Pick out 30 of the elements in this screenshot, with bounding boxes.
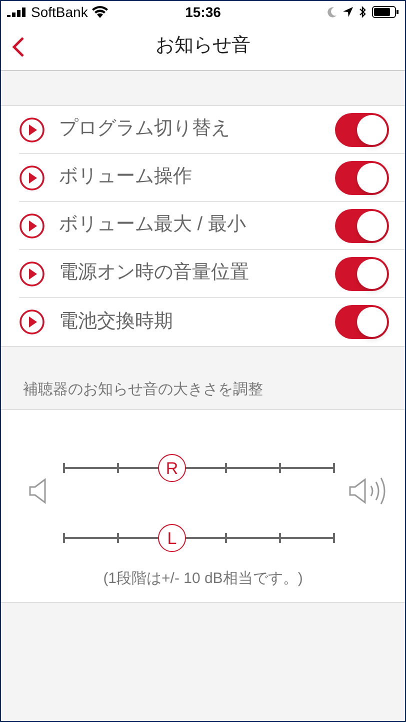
carrier-name: SoftBank [31,2,88,22]
toggle-switch[interactable] [335,305,389,339]
wifi-icon [92,6,108,18]
toggle-switch[interactable] [335,208,389,242]
play-icon[interactable] [19,116,45,142]
location-arrow-icon [343,7,353,17]
sound-label: ボリューム最大 / 最小 [59,213,247,238]
section-header: 補聴器のお知らせ音の大きさを調整 [23,380,263,400]
toggle-switch[interactable] [335,112,389,146]
moon-icon [327,6,337,18]
slider-thumb[interactable]: R [158,454,186,482]
status-time: 15:36 [185,2,221,22]
sound-label: ボリューム操作 [59,165,193,190]
play-icon[interactable] [19,260,45,286]
toggle-switch[interactable] [335,160,389,194]
play-icon[interactable] [19,212,45,238]
sound-label: 電池交換時期 [59,310,174,334]
step-note: (1段階は+/- 10 dB相当です。) [102,569,304,589]
page-title: お知らせ音 [156,34,250,58]
speaker-quiet-icon [28,478,48,504]
signal-icon [7,7,27,17]
battery-icon [372,6,399,18]
bluetooth-icon [359,6,366,18]
play-icon[interactable] [19,309,45,335]
sound-label: プログラム切り替え [59,117,231,142]
play-icon[interactable] [19,164,45,190]
slider-thumb[interactable]: L [158,524,186,552]
back-icon[interactable] [11,36,25,58]
toggle-switch[interactable] [335,256,389,290]
sound-label: 電源オン時の音量位置 [59,261,250,286]
